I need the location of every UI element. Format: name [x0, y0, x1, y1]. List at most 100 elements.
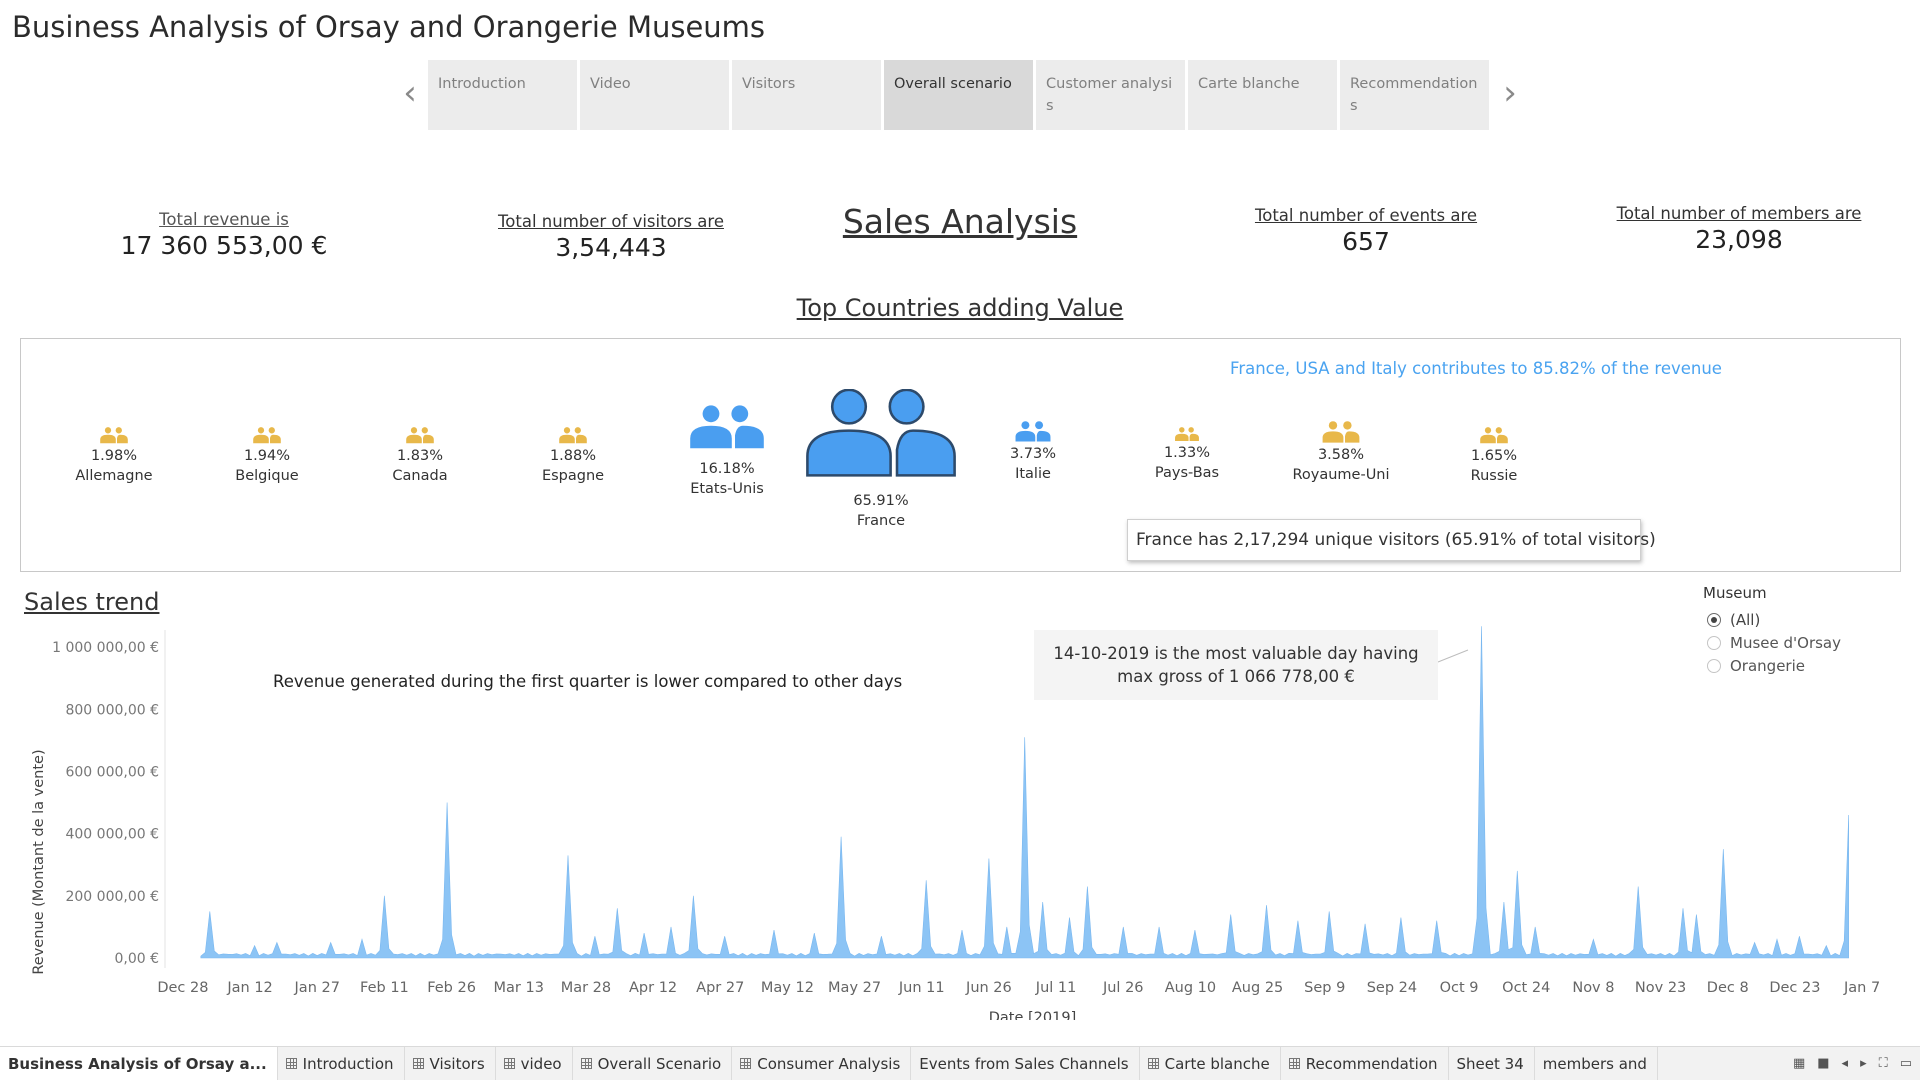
scroll-right-icon[interactable]: ▸ — [1860, 1056, 1867, 1071]
sheet-tab-label: Introduction — [302, 1054, 394, 1073]
country-share: 1.94% — [243, 447, 291, 464]
story-next-button[interactable]: › — [1498, 76, 1522, 112]
sheet-tab[interactable]: Business Analysis of Orsay a... — [0, 1046, 278, 1080]
country-share: 65.91% — [853, 493, 909, 509]
x-tick-label: Aug 25 — [1232, 980, 1283, 996]
people-icon — [978, 421, 1088, 442]
radio-button[interactable] — [1707, 612, 1721, 627]
story-tab-overall-scenario[interactable]: Overall scenario — [884, 60, 1033, 130]
story-tab-bar: Introduction Video Visitors Overall scenari… — [428, 60, 1489, 130]
story-tab-video[interactable]: Video — [580, 60, 729, 130]
country-belgique[interactable]: 1.94% Belgique — [212, 427, 322, 486]
x-tick-label: Jan 7 — [1843, 980, 1880, 996]
museum-option[interactable]: Musee d'Orsay — [1703, 631, 1841, 654]
country-allemagne[interactable]: 1.98% Allemagne — [59, 427, 169, 486]
story-prev-button[interactable]: ‹ — [398, 76, 422, 112]
x-tick-label: Oct 9 — [1440, 980, 1479, 996]
france-tooltip: France has 2,17,294 unique visitors (65.… — [1127, 519, 1656, 561]
story-tab-introduction[interactable]: Introduction — [428, 60, 577, 130]
country-share: 1.98% — [90, 447, 138, 464]
people-icon — [801, 389, 961, 477]
kpi-revenue-value: 17 360 553,00 € — [120, 231, 328, 260]
sheet-tab[interactable]: Consumer Analysis — [732, 1046, 912, 1080]
sheet-tab[interactable]: Introduction — [278, 1046, 405, 1080]
country-italie[interactable]: 3.73% Italie — [978, 421, 1088, 484]
country-france[interactable]: 65.91% France — [801, 389, 961, 531]
x-tick-label: May 12 — [761, 980, 814, 996]
sheet-tab[interactable]: Carte blanche — [1140, 1046, 1281, 1080]
museum-option[interactable]: Orangerie — [1703, 654, 1841, 677]
chevron-right-icon: › — [1503, 73, 1517, 113]
country-espagne[interactable]: 1.88% Espagne — [518, 427, 628, 486]
sheet-tab[interactable]: Visitors — [405, 1046, 496, 1080]
country-name: Italie — [1015, 465, 1051, 482]
country-share: 1.65% — [1470, 447, 1518, 464]
kpi-events: Total number of events are 657 — [1240, 206, 1492, 256]
country-etats-unis[interactable]: 16.18% Etats-Unis — [672, 405, 782, 499]
country-russie[interactable]: 1.65% Russie — [1439, 427, 1549, 486]
grid-view-icon[interactable]: ▦ — [1793, 1056, 1805, 1071]
grid-icon — [412, 1058, 424, 1069]
filmstrip-icon[interactable]: ■ — [1817, 1056, 1829, 1071]
kpi-revenue: Total revenue is 17 360 553,00 € — [110, 210, 338, 260]
max-day-annotation: 14-10-2019 is the most valuable day havi… — [1034, 630, 1438, 700]
people-icon — [672, 405, 782, 449]
story-tab-visitors[interactable]: Visitors — [732, 60, 881, 130]
y-tick-label: 0,00 € — [114, 951, 159, 967]
x-tick-label: Nov 23 — [1635, 980, 1686, 996]
scroll-left-icon[interactable]: ◂ — [1842, 1056, 1849, 1071]
sheet-tab-label: Overall Scenario — [597, 1054, 722, 1073]
radio-button[interactable] — [1707, 635, 1721, 650]
museum-filter: Museum (All) Musee d'Orsay Orangerie — [1703, 584, 1841, 677]
sheet-tab-label: Carte blanche — [1164, 1054, 1270, 1073]
sheet-tab[interactable]: members and — [1535, 1046, 1658, 1080]
country-name: Espagne — [541, 467, 605, 484]
kpi-visitors-label: Total number of visitors are — [498, 212, 724, 231]
max-day-annotation-line2: max gross of 1 066 778,00 € — [1117, 667, 1355, 686]
country-pays-bas[interactable]: 1.33% Pays-Bas — [1132, 427, 1242, 483]
people-icon — [365, 427, 475, 444]
x-tick-label: Apr 27 — [696, 980, 744, 996]
people-icon — [1439, 427, 1549, 444]
top-countries-heading: Top Countries adding Value — [796, 294, 1124, 322]
country-canada[interactable]: 1.83% Canada — [365, 427, 475, 486]
country-share: 16.18% — [699, 461, 755, 477]
fullscreen-icon[interactable]: ⛶ — [1879, 1056, 1888, 1071]
museum-option-label: Musee d'Orsay — [1730, 633, 1841, 652]
sheet-tab-label: Business Analysis of Orsay a... — [8, 1054, 267, 1073]
people-icon — [212, 427, 322, 444]
grid-icon — [740, 1058, 752, 1069]
sheet-tab[interactable]: Overall Scenario — [573, 1046, 733, 1080]
country-name: Russie — [1470, 467, 1518, 484]
sheet-tab-label: Sheet 34 — [1456, 1054, 1524, 1073]
grid-icon — [580, 1058, 592, 1069]
x-tick-label: Mar 28 — [561, 980, 611, 996]
kpi-members-label: Total number of members are — [1616, 204, 1862, 223]
country-name: Canada — [392, 467, 448, 484]
story-tab-carte-blanche[interactable]: Carte blanche — [1188, 60, 1337, 130]
sheet-tab[interactable]: video — [496, 1046, 573, 1080]
x-tick-label: Oct 24 — [1502, 980, 1550, 996]
sheet-tab-bar: Business Analysis of Orsay a... Introduct… — [0, 1046, 1920, 1080]
kpi-events-value: 657 — [1342, 227, 1390, 256]
story-tab-customer-analysis[interactable]: Customer analysis — [1036, 60, 1185, 130]
museum-option[interactable]: (All) — [1703, 608, 1841, 631]
story-tab-recommendations[interactable]: Recommendations — [1340, 60, 1489, 130]
present-icon[interactable]: ▭ — [1900, 1056, 1912, 1071]
radio-button[interactable] — [1707, 658, 1721, 673]
page-title: Business Analysis of Orsay and Orangerie… — [12, 10, 766, 44]
x-tick-label: Nov 8 — [1572, 980, 1614, 996]
country-royaume-uni[interactable]: 3.58% Royaume-Uni — [1286, 421, 1396, 485]
sheet-tab[interactable]: Events from Sales Channels — [911, 1046, 1140, 1080]
grid-icon — [1288, 1058, 1300, 1069]
sheet-tab-label: members and — [1542, 1054, 1647, 1073]
sheet-tab[interactable]: Recommendation — [1281, 1046, 1449, 1080]
kpi-visitors-value: 3,54,443 — [555, 233, 667, 262]
sheet-tab[interactable]: Sheet 34 — [1449, 1046, 1535, 1080]
x-tick-label: Jun 11 — [898, 980, 945, 996]
max-day-annotation-line1: 14-10-2019 is the most valuable day havi… — [1053, 644, 1419, 663]
y-axis-title: Revenue (Montant de la vente) — [31, 749, 47, 974]
y-tick-label: 200 000,00 € — [65, 889, 159, 905]
x-tick-label: Dec 23 — [1769, 980, 1820, 996]
country-name: Pays-Bas — [1154, 465, 1220, 482]
